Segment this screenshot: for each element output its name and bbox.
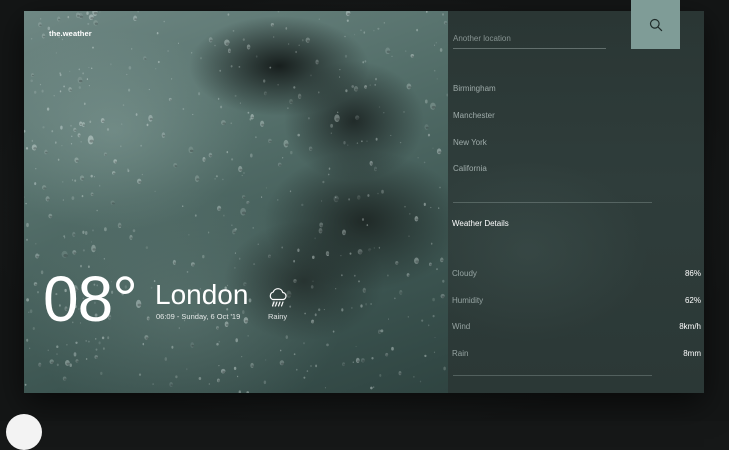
raindrops-texture — [24, 11, 448, 393]
detail-value-wind: 8km/h — [679, 322, 701, 331]
search-icon — [649, 18, 662, 31]
detail-label-cloudy: Cloudy — [452, 269, 477, 278]
location-item-birmingham[interactable]: Birmingham — [453, 84, 496, 93]
weather-details-title: Weather Details — [452, 219, 509, 228]
search-button[interactable] — [631, 0, 680, 49]
temperature-value: 08° — [43, 263, 138, 335]
page-background: the.weather 08° London 06:09 - Sunday, 6… — [0, 0, 729, 450]
weather-hero-image — [24, 11, 448, 393]
divider — [453, 202, 652, 203]
location-search-input[interactable] — [453, 30, 605, 46]
divider — [453, 375, 652, 376]
date-time: 06:09 - Sunday, 6 Oct '19 — [156, 312, 241, 321]
detail-label-wind: Wind — [452, 322, 471, 331]
detail-value-rain: 8mm — [683, 349, 701, 358]
city-name: London — [155, 279, 249, 310]
search-underline — [453, 48, 606, 49]
detail-label-humidity: Humidity — [452, 296, 484, 305]
location-item-new-york[interactable]: New York — [453, 138, 487, 147]
condition-label: Rainy — [268, 312, 288, 321]
detail-value-humidity: 62% — [684, 296, 701, 305]
location-item-california[interactable]: California — [453, 164, 487, 173]
avatar[interactable] — [6, 414, 42, 450]
location-item-manchester[interactable]: Manchester — [453, 111, 495, 120]
detail-label-rain: Rain — [452, 349, 469, 358]
brand-logo[interactable]: the.weather — [49, 29, 92, 38]
detail-value-cloudy: 86% — [684, 269, 701, 278]
rain-cloud-icon — [269, 288, 287, 307]
